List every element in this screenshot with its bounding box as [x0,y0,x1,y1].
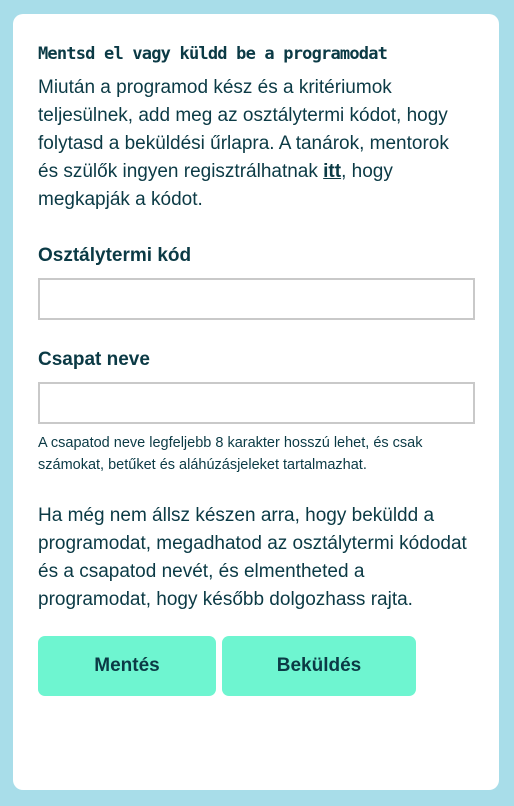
submit-button[interactable]: Beküldés [222,636,416,696]
classroom-code-label: Osztálytermi kód [38,245,192,266]
team-name-hint: A csapatod neve legfeljebb 8 karakter ho… [38,435,423,473]
intro-text: Miután a programod kész és a kritériumok… [38,74,474,214]
register-link[interactable]: itt [323,161,341,182]
save-button[interactable]: Mentés [38,636,216,696]
action-buttons: Mentés Beküldés [38,636,474,696]
outro-text: Ha még nem állsz készen arra, hogy bekül… [38,505,467,610]
panel-title: Mentsd el vagy küldd be a programodat [38,44,388,64]
save-submit-panel: Mentsd el vagy küldd be a programodat Mi… [13,14,499,790]
team-name-label: Csapat neve [38,349,150,370]
classroom-code-input[interactable] [38,278,475,320]
team-name-input[interactable] [38,382,475,424]
